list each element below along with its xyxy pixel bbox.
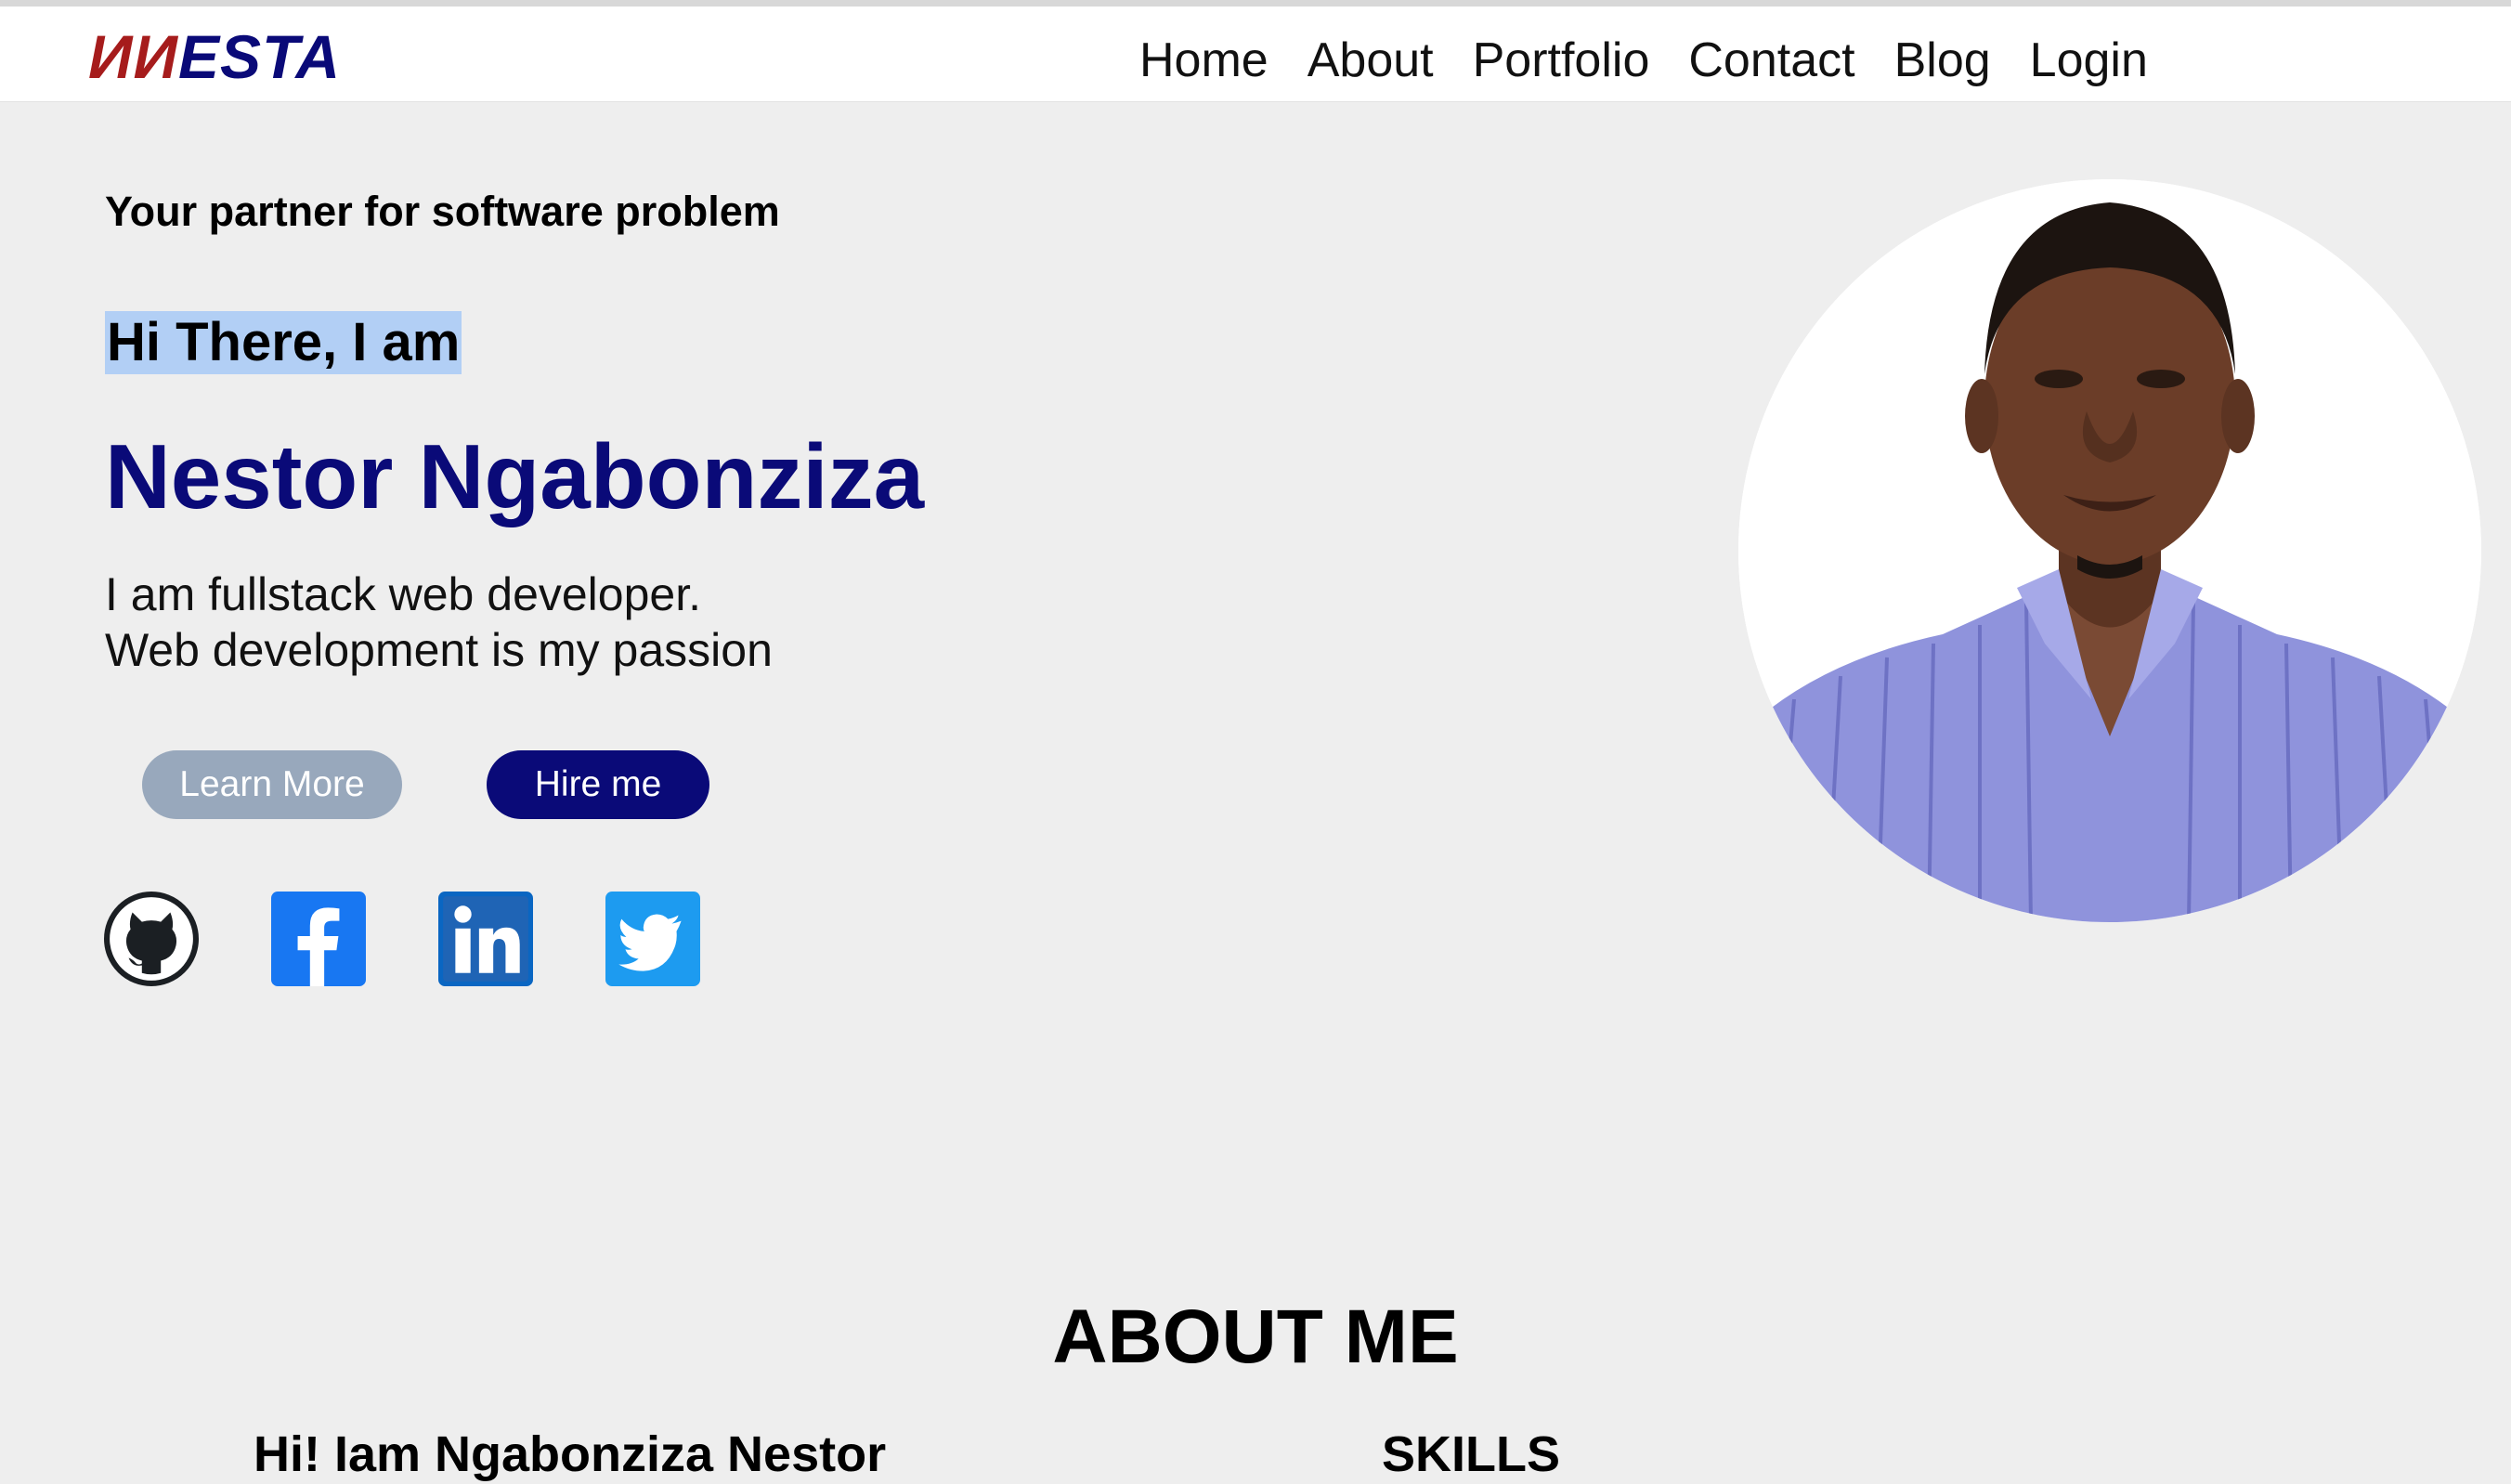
- github-icon[interactable]: [104, 892, 199, 986]
- hero-description: I am fullstack web developer. Web develo…: [105, 566, 773, 678]
- about-intro-heading: Hi! Iam Ngabonziza Nestor: [254, 1426, 887, 1482]
- facebook-icon[interactable]: [271, 892, 366, 986]
- learn-more-button[interactable]: Learn More: [142, 750, 402, 819]
- logo-text: ESTA: [177, 22, 342, 91]
- profile-photo: [1738, 179, 2481, 922]
- nav-links: Home About Portfolio Contact Blog Login: [1139, 33, 2187, 88]
- twitter-icon[interactable]: [605, 892, 700, 986]
- description-line: I am fullstack web developer.: [105, 568, 701, 620]
- skills-heading: SKILLS: [1382, 1426, 1561, 1482]
- nav-portfolio[interactable]: Portfolio: [1473, 33, 1650, 88]
- hero-tagline: Your partner for software problem: [105, 188, 780, 235]
- nav-login[interactable]: Login: [2030, 33, 2148, 88]
- nav-home[interactable]: Home: [1139, 33, 1269, 88]
- nav-contact[interactable]: Contact: [1688, 33, 1854, 88]
- logo-mark: ИИ: [88, 22, 178, 91]
- about-me-heading: ABOUT ME: [1052, 1295, 1459, 1379]
- hero-name: Nestor Ngabonziza: [105, 425, 925, 527]
- navbar: ИИESTA Home About Portfolio Contact Blog…: [0, 7, 2511, 102]
- hero-greeting: Hi There, I am: [105, 311, 462, 374]
- linkedin-icon[interactable]: [438, 892, 533, 986]
- description-line: Web development is my passion: [105, 624, 773, 676]
- site-logo[interactable]: ИИESTA: [88, 20, 341, 94]
- nav-blog[interactable]: Blog: [1894, 33, 1991, 88]
- nav-about[interactable]: About: [1308, 33, 1434, 88]
- window-top-border: [0, 0, 2511, 7]
- hire-me-button[interactable]: Hire me: [487, 750, 709, 819]
